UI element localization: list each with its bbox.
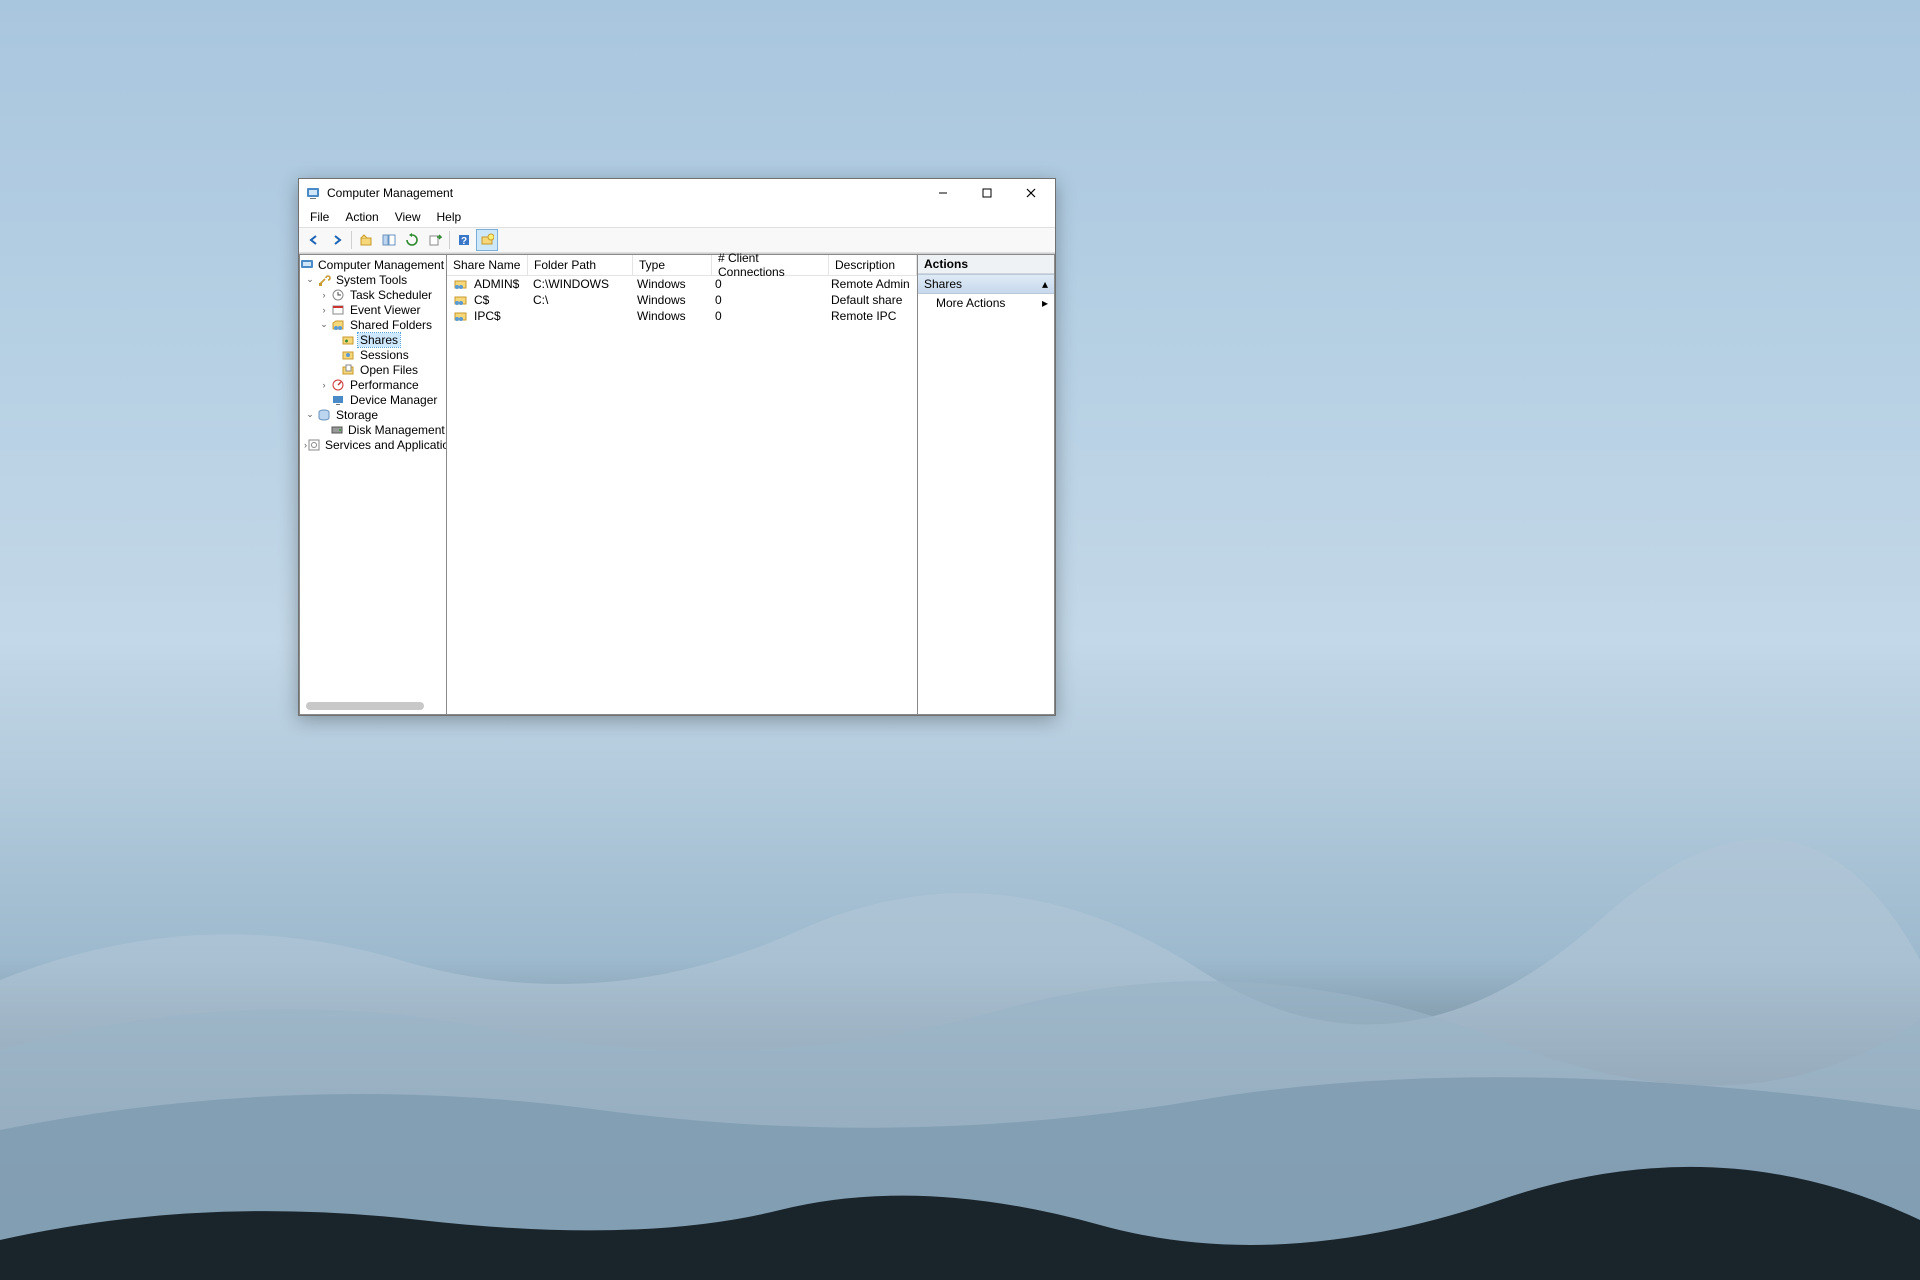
- tree-open-files[interactable]: Open Files: [300, 362, 446, 377]
- clock-icon: [330, 288, 346, 302]
- app-icon: [305, 185, 321, 201]
- shares-icon: [340, 333, 356, 347]
- device-icon: [330, 393, 346, 407]
- share-name: ADMIN$: [474, 277, 519, 291]
- menubar: File Action View Help: [299, 207, 1055, 227]
- tree-device-manager[interactable]: Device Manager: [300, 392, 446, 407]
- maximize-button[interactable]: [965, 179, 1009, 207]
- actions-more[interactable]: More Actions ▸: [918, 294, 1054, 312]
- tree-root[interactable]: Computer Management (Local: [300, 257, 446, 272]
- client-connections: 0: [709, 293, 825, 307]
- storage-icon: [316, 408, 332, 422]
- disk-icon: [330, 423, 344, 437]
- tree-shares[interactable]: Shares: [300, 332, 446, 347]
- menu-view[interactable]: View: [388, 208, 428, 226]
- collapse-icon[interactable]: ⌄: [318, 319, 330, 330]
- col-share-name[interactable]: Share Name: [447, 255, 528, 275]
- help-button[interactable]: ?: [453, 229, 475, 251]
- actions-section[interactable]: Shares ▴: [918, 274, 1054, 294]
- menu-file[interactable]: File: [303, 208, 336, 226]
- collapse-icon[interactable]: ⌄: [304, 409, 316, 420]
- tree-system-tools[interactable]: ⌄System Tools: [300, 272, 446, 287]
- tree-storage[interactable]: ⌄Storage: [300, 407, 446, 422]
- client-connections: 0: [709, 277, 825, 291]
- export-button[interactable]: [424, 229, 446, 251]
- expand-icon[interactable]: ›: [318, 305, 330, 315]
- share-description: Remote Admin: [825, 277, 917, 291]
- share-row[interactable]: IPC$ Windows0Remote IPC: [447, 308, 917, 324]
- share-row[interactable]: ADMIN$ C:\WINDOWSWindows0Remote Admin: [447, 276, 917, 292]
- share-description: Default share: [825, 293, 917, 307]
- share-name: C$: [474, 293, 489, 307]
- folder-path: C:\WINDOWS: [527, 277, 631, 291]
- event-icon: [330, 303, 346, 317]
- minimize-button[interactable]: [921, 179, 965, 207]
- share-type: Windows: [631, 277, 709, 291]
- expand-icon[interactable]: ›: [318, 380, 330, 390]
- shared-folder-icon: [330, 318, 346, 332]
- tree-sessions[interactable]: Sessions: [300, 347, 446, 362]
- share-row[interactable]: C$ C:\Windows0Default share: [447, 292, 917, 308]
- services-icon: [307, 438, 321, 452]
- folder-path: C:\: [527, 293, 631, 307]
- toolbar-separator: [351, 231, 352, 249]
- desktop-background: [0, 800, 1920, 1280]
- computer-icon: [300, 258, 314, 272]
- submenu-icon: ▸: [1042, 296, 1048, 310]
- close-button[interactable]: [1009, 179, 1053, 207]
- titlebar[interactable]: Computer Management: [299, 179, 1055, 207]
- client-connections: 0: [709, 309, 825, 323]
- up-button[interactable]: [355, 229, 377, 251]
- column-headers: Share Name Folder Path Type # Client Con…: [447, 255, 917, 276]
- menu-help[interactable]: Help: [430, 208, 469, 226]
- tree-disk-management[interactable]: Disk Management: [300, 422, 446, 437]
- collapse-icon: ▴: [1042, 277, 1048, 291]
- actions-header: Actions: [918, 255, 1054, 274]
- share-description: Remote IPC: [825, 309, 917, 323]
- share-type: Windows: [631, 293, 709, 307]
- col-description[interactable]: Description: [829, 255, 917, 275]
- toolbar: ?: [299, 227, 1055, 253]
- new-share-button[interactable]: [476, 229, 498, 251]
- computer-management-window: Computer Management File Action View Hel…: [298, 178, 1056, 716]
- back-button[interactable]: [303, 229, 325, 251]
- toolbar-separator: [449, 231, 450, 249]
- shares-list: Share Name Folder Path Type # Client Con…: [447, 254, 917, 715]
- collapse-icon[interactable]: ⌄: [304, 274, 316, 285]
- share-name: IPC$: [474, 309, 501, 323]
- actions-pane: Actions Shares ▴ More Actions ▸: [917, 254, 1055, 715]
- open-files-icon: [340, 363, 356, 377]
- refresh-button[interactable]: [401, 229, 423, 251]
- sessions-icon: [340, 348, 356, 362]
- col-client-connections[interactable]: # Client Connections: [712, 255, 829, 275]
- tools-icon: [316, 273, 332, 287]
- svg-text:?: ?: [461, 236, 467, 247]
- share-type: Windows: [631, 309, 709, 323]
- tree-event-viewer[interactable]: ›Event Viewer: [300, 302, 446, 317]
- show-hide-tree-button[interactable]: [378, 229, 400, 251]
- navigation-tree[interactable]: Computer Management (Local ⌄System Tools…: [299, 254, 447, 715]
- window-title: Computer Management: [327, 186, 921, 200]
- tree-scrollbar[interactable]: [306, 702, 424, 710]
- col-type[interactable]: Type: [633, 255, 712, 275]
- col-folder-path[interactable]: Folder Path: [528, 255, 633, 275]
- tree-shared-folders[interactable]: ⌄Shared Folders: [300, 317, 446, 332]
- tree-services-apps[interactable]: ›Services and Applications: [300, 437, 446, 452]
- performance-icon: [330, 378, 346, 392]
- forward-button[interactable]: [326, 229, 348, 251]
- share-icon: [453, 309, 469, 323]
- menu-action[interactable]: Action: [338, 208, 385, 226]
- tree-performance[interactable]: ›Performance: [300, 377, 446, 392]
- share-icon: [453, 277, 469, 291]
- expand-icon[interactable]: ›: [318, 290, 330, 300]
- tree-task-scheduler[interactable]: ›Task Scheduler: [300, 287, 446, 302]
- share-icon: [453, 293, 469, 307]
